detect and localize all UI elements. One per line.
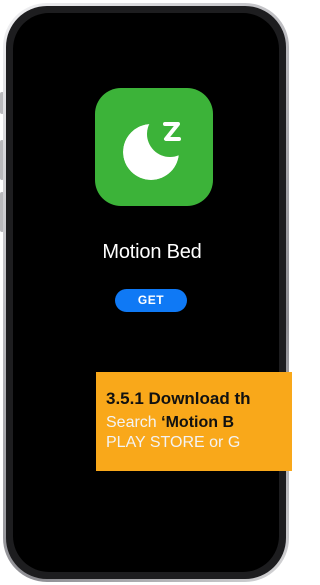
get-button[interactable]: GET — [115, 289, 187, 312]
callout-title: 3.5.1 Download th — [106, 389, 251, 408]
callout-line-1: Search ‘Motion B — [106, 413, 292, 433]
phone-bezel: Motion Bed GET — [6, 6, 286, 579]
callout-line-1-app-name: ‘Motion B — [161, 414, 235, 431]
phone-screen: Motion Bed GET — [13, 13, 279, 572]
app-name-label: Motion Bed — [102, 241, 202, 263]
phone-frame: Motion Bed GET — [3, 3, 289, 582]
app-icon[interactable] — [95, 88, 213, 206]
callout-line-2: PLAY STORE or G — [106, 434, 241, 451]
instruction-callout: 3.5.1 Download th Search ‘Motion B PLAY … — [96, 372, 292, 471]
crescent-moon-z-icon — [95, 88, 213, 206]
page: Motion Bed GET 3.5.1 Download th Search … — [0, 0, 292, 585]
callout-line-1-prefix: Search — [106, 414, 162, 431]
